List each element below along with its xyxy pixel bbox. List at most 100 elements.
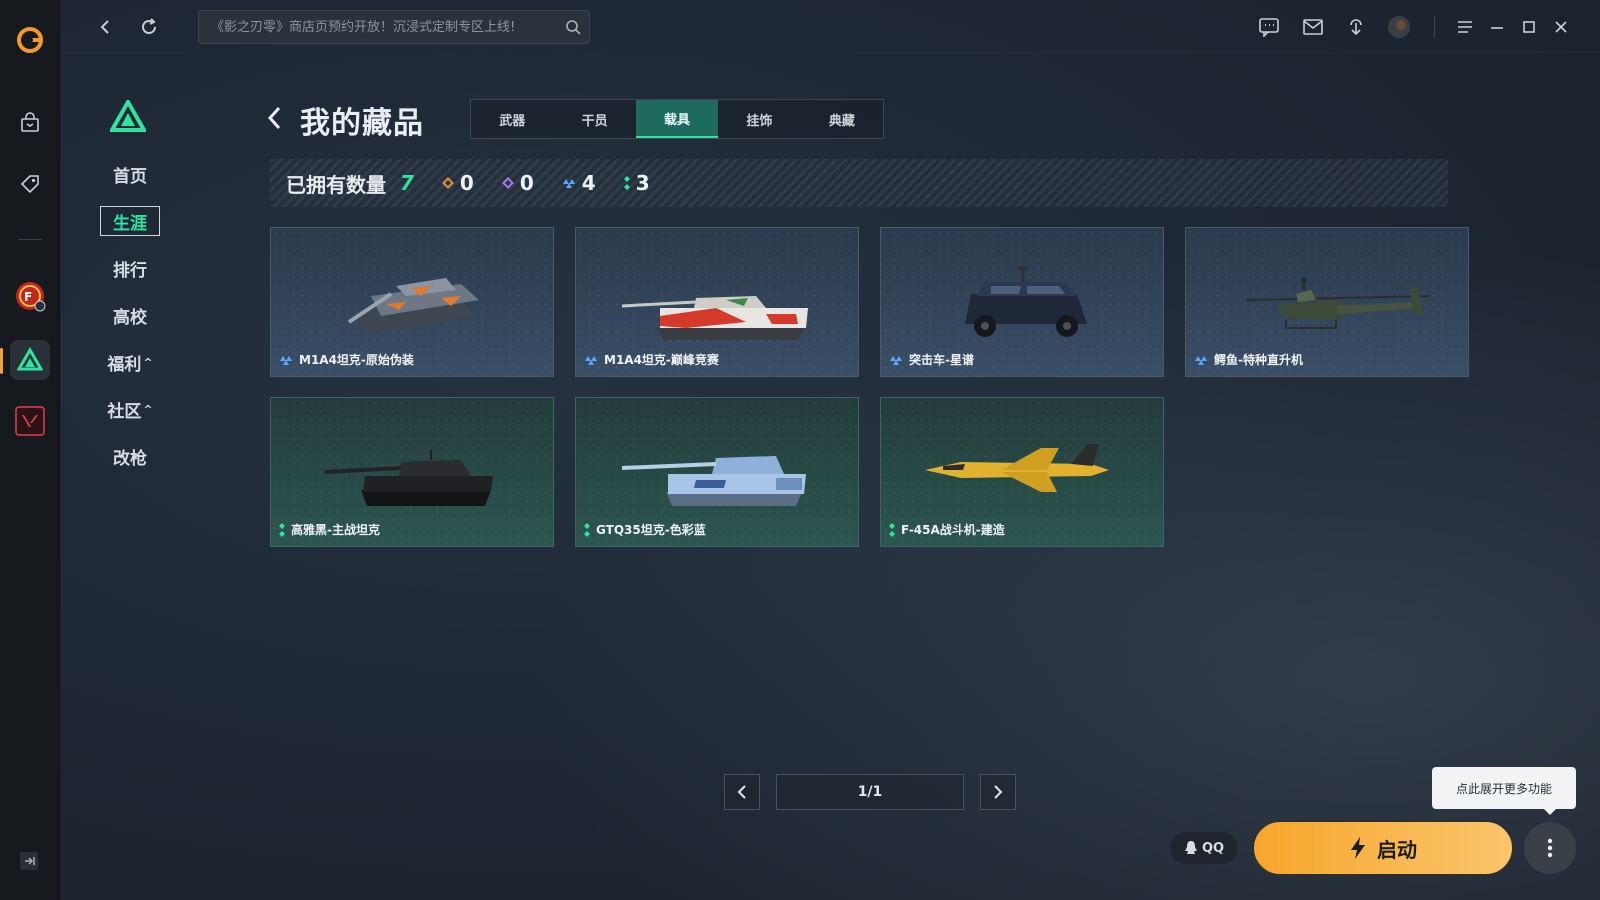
menu-item-career[interactable]: 生涯 xyxy=(100,206,160,236)
top-bar xyxy=(60,0,1600,53)
vehicle-name: 突击车-星谱 xyxy=(889,351,974,368)
delta-force-game-icon[interactable] xyxy=(10,340,50,380)
owned-total: 7 xyxy=(400,171,414,195)
menu-icon[interactable] xyxy=(1452,14,1478,40)
search-input[interactable] xyxy=(211,19,551,35)
tab-vehicles[interactable]: 载具 xyxy=(635,100,719,138)
expand-sidebar-icon[interactable] xyxy=(18,850,40,876)
delta-force-logo-icon xyxy=(108,97,148,136)
refresh-icon[interactable] xyxy=(136,14,162,40)
vehicle-card[interactable]: 突击车-星谱 xyxy=(880,227,1164,377)
rarity-count-blue: 4 xyxy=(562,171,596,195)
caret-up-icon: ^ xyxy=(143,355,153,369)
menu-label: 改枪 xyxy=(113,448,147,469)
menu-label: 排行 xyxy=(113,260,147,281)
search-bar[interactable] xyxy=(198,10,590,44)
more-features-tooltip: 点此展开更多功能 xyxy=(1432,767,1576,815)
blue-triangle-icon xyxy=(889,354,903,366)
qq-icon xyxy=(1184,840,1198,856)
collection-tabs: 武器 干员 载具 挂饰 典藏 xyxy=(470,99,884,139)
tab-weapons[interactable]: 武器 xyxy=(471,100,553,138)
vehicle-card[interactable]: M1A4坦克-巅峰竞赛 xyxy=(575,227,859,377)
minimize-icon[interactable] xyxy=(1484,14,1510,40)
owned-label: 已拥有数量 xyxy=(286,172,386,197)
toolbar-divider xyxy=(1434,16,1435,38)
download-icon[interactable] xyxy=(1343,14,1369,40)
tag-icon[interactable] xyxy=(10,164,50,204)
vehicle-name-text: M1A4坦克-巅峰竞赛 xyxy=(604,353,719,367)
vehicle-card[interactable]: F-45A战斗机-建造 xyxy=(880,397,1164,547)
vehicle-name-text: GTQ35坦克-色彩蓝 xyxy=(596,523,706,537)
fighter-jet-image xyxy=(925,444,1109,492)
menu-item-ranking[interactable]: 排行 xyxy=(100,253,160,283)
next-page-button[interactable] xyxy=(980,774,1016,810)
menu-label: 首页 xyxy=(113,166,147,187)
blue-tank-image xyxy=(621,456,806,506)
vehicle-name: 高雅黑-主战坦克 xyxy=(279,521,380,538)
menu-item-community[interactable]: 社区 ^ xyxy=(100,394,160,424)
rarity-count-green: 3 xyxy=(623,171,650,195)
tab-charms[interactable]: 挂饰 xyxy=(718,100,800,138)
svg-text:F: F xyxy=(24,290,32,304)
vehicle-card[interactable]: M1A4坦克-原始伪装 xyxy=(270,227,554,377)
vehicle-card[interactable]: 高雅黑-主战坦克 xyxy=(270,397,554,547)
search-icon[interactable] xyxy=(565,19,581,39)
page-title: 我的藏品 xyxy=(300,106,424,141)
rarity-count-orange: 0 xyxy=(441,171,474,195)
prev-page-button[interactable] xyxy=(724,774,760,810)
vehicle-card[interactable]: GTQ35坦克-色彩蓝 xyxy=(575,397,859,547)
more-options-button[interactable] xyxy=(1524,822,1576,874)
collection-back-icon[interactable] xyxy=(265,104,283,136)
qq-label: QQ xyxy=(1201,840,1225,856)
menu-item-welfare[interactable]: 福利 ^ xyxy=(100,347,160,377)
vehicle-name: M1A4坦克-原始伪装 xyxy=(279,351,414,368)
chat-icon[interactable] xyxy=(1256,14,1282,40)
menu-item-gunsmith[interactable]: 改枪 xyxy=(100,441,160,471)
tank-racing-image xyxy=(621,296,808,340)
vehicle-name-text: F-45A战斗机-建造 xyxy=(901,523,1005,537)
back-icon[interactable] xyxy=(92,14,118,40)
blue-triangle-icon xyxy=(1194,354,1208,366)
page-indicator: 1/1 xyxy=(776,774,964,810)
rarity-count-value: 0 xyxy=(459,171,474,195)
tab-collection[interactable]: 典藏 xyxy=(801,100,883,138)
valorant-game-icon[interactable] xyxy=(10,401,50,441)
black-tank-image xyxy=(324,450,493,506)
rarity-count-value: 4 xyxy=(581,171,596,195)
green-dots-icon xyxy=(584,522,590,537)
rarity-count-value: 0 xyxy=(519,171,534,195)
orange-diamond-icon xyxy=(441,177,454,189)
vehicle-card[interactable]: 鳄鱼-特种直升机 xyxy=(1185,227,1469,377)
app-logo-icon[interactable] xyxy=(10,20,50,60)
vehicle-name: F-45A战斗机-建造 xyxy=(889,521,1005,538)
menu-item-home[interactable]: 首页 xyxy=(100,159,160,189)
cf-game-icon[interactable]: F xyxy=(10,276,50,316)
vehicle-name-text: 鳄鱼-特种直升机 xyxy=(1214,353,1303,367)
owned-summary: 已拥有数量 7 0 0 4 3 xyxy=(270,159,1448,207)
vehicle-name-text: M1A4坦克-原始伪装 xyxy=(299,353,414,367)
vehicle-name: GTQ35坦克-色彩蓝 xyxy=(584,521,706,538)
store-bag-icon[interactable] xyxy=(10,103,50,143)
tank-camo-image xyxy=(347,278,479,334)
mail-icon[interactable] xyxy=(1300,14,1326,40)
menu-item-college[interactable]: 高校 xyxy=(100,300,160,330)
main-area: 首页 生涯 排行 高校 福利^ 社区^ 改枪 我的藏品 武器 干员 载具 挂饰 … xyxy=(60,0,1600,900)
caret-up-icon: ^ xyxy=(143,402,153,416)
chevron-left-icon xyxy=(737,785,746,799)
rarity-count-value: 3 xyxy=(635,171,650,195)
tab-operators[interactable]: 干员 xyxy=(553,100,635,138)
blue-triangle-icon xyxy=(562,177,576,189)
maximize-icon[interactable] xyxy=(1516,14,1542,40)
assault-vehicle-image xyxy=(965,266,1087,337)
avatar[interactable] xyxy=(1386,14,1412,40)
active-game-indicator xyxy=(0,348,3,374)
blue-triangle-icon xyxy=(584,354,598,366)
close-icon[interactable] xyxy=(1548,14,1574,40)
launch-button[interactable]: 启动 xyxy=(1252,820,1514,876)
vehicle-name-text: 高雅黑-主战坦克 xyxy=(291,523,380,537)
launch-label: 启动 xyxy=(1377,837,1417,862)
qq-login-button[interactable]: QQ xyxy=(1170,832,1238,864)
lightning-icon xyxy=(1349,836,1367,860)
green-dots-icon xyxy=(279,522,285,537)
vehicle-name: M1A4坦克-巅峰竞赛 xyxy=(584,351,719,368)
